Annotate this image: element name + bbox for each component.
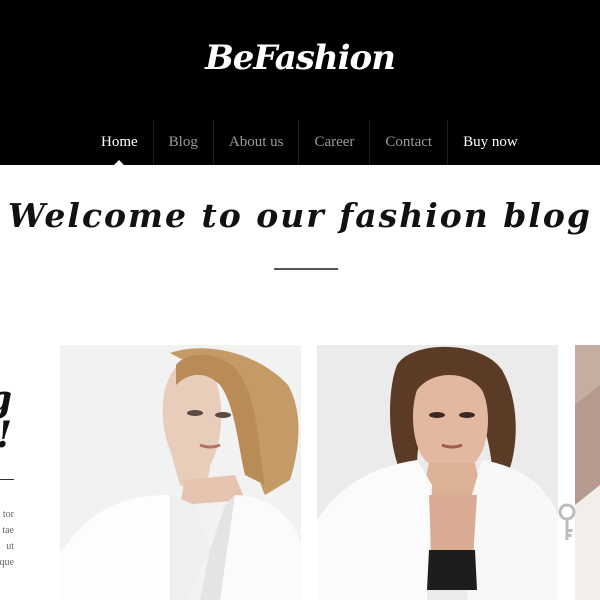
key-icon	[556, 503, 578, 543]
fashion-photo-3[interactable]	[575, 345, 600, 600]
side-title: g !	[0, 381, 12, 453]
fashion-photo-1[interactable]	[60, 345, 301, 600]
title-divider	[274, 268, 338, 270]
site-logo[interactable]: BeFashion	[0, 38, 600, 78]
side-text-line: ut	[6, 541, 14, 552]
nav-buy-now[interactable]: Buy now	[448, 120, 533, 165]
nav-blog[interactable]: Blog	[154, 120, 214, 165]
nav-home[interactable]: Home	[86, 120, 154, 166]
side-text: tor tae ut que	[0, 507, 14, 571]
side-title-line2: !	[0, 417, 12, 453]
site-header: BeFashion Home Blog About us Career Cont…	[0, 0, 600, 166]
fashion-photo-2[interactable]	[317, 345, 558, 600]
side-panel: g ! tor tae ut que	[0, 345, 30, 600]
main-nav: Home Blog About us Career Contact Buy no…	[86, 120, 533, 166]
side-text-line: tae	[2, 525, 14, 536]
side-title-line1: g	[0, 381, 12, 417]
side-text-line: que	[0, 557, 14, 568]
side-divider	[0, 479, 14, 480]
nav-career[interactable]: Career	[299, 120, 371, 165]
side-text-line: tor	[2, 509, 14, 520]
nav-contact[interactable]: Contact	[370, 120, 449, 165]
page-title: Welcome to our fashion blog	[8, 196, 592, 235]
nav-about-us[interactable]: About us	[214, 120, 300, 165]
